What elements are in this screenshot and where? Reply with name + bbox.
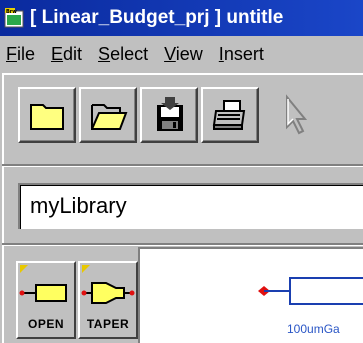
menu-file-accel: F	[6, 43, 17, 64]
print-icon	[212, 100, 246, 130]
menu-bar: File Edit Select View Insert	[0, 38, 363, 70]
svg-text:Brw: Brw	[6, 9, 17, 15]
component-label: 100umGa	[287, 322, 340, 336]
print-button[interactable]	[201, 87, 259, 143]
menu-select[interactable]: Select	[98, 44, 148, 65]
window-title: [ Linear_Budget_prj ] untitle	[30, 7, 284, 28]
library-select[interactable]: myLibrary	[18, 183, 363, 229]
menu-insert[interactable]: Insert	[219, 44, 264, 65]
palette-corner-marker	[82, 265, 90, 273]
palette-open-label: OPEN	[27, 317, 64, 331]
select-arrow-icon	[286, 94, 308, 135]
open-component-icon	[19, 284, 67, 302]
schematic-canvas[interactable]: 100umGa	[138, 247, 363, 343]
save-button[interactable]	[140, 87, 198, 143]
menu-select-accel: S	[98, 43, 111, 64]
open-folder-icon	[91, 104, 128, 130]
menu-file-label: ile	[17, 43, 36, 64]
menu-edit-label: dit	[63, 43, 83, 64]
menu-edit-accel: E	[51, 43, 64, 64]
palette-taper-button[interactable]: TAPER	[78, 261, 138, 339]
save-icon	[157, 97, 183, 131]
palette-open-button[interactable]: OPEN	[16, 261, 76, 339]
menu-view-accel: V	[164, 43, 176, 64]
library-separator	[2, 243, 363, 246]
palette-corner-marker	[20, 265, 28, 273]
menu-view-label: iew	[175, 43, 203, 64]
select-arrow-button[interactable]	[266, 87, 324, 143]
new-button[interactable]	[18, 87, 76, 143]
taper-component-icon	[81, 282, 135, 304]
menu-edit[interactable]: Edit	[51, 44, 82, 65]
menu-view[interactable]: View	[164, 44, 203, 65]
toolbar-separator	[2, 164, 363, 167]
menu-insert-label: nsert	[223, 43, 264, 64]
menu-file[interactable]: File	[6, 44, 35, 65]
palette-taper-label: TAPER	[86, 317, 130, 331]
new-file-icon	[30, 104, 64, 130]
app-icon[interactable]: Brw	[4, 8, 24, 28]
menu-select-label: elect	[110, 43, 149, 64]
title-bar: Brw [ Linear_Budget_prj ] untitle	[0, 0, 363, 36]
open-button[interactable]	[79, 87, 137, 143]
